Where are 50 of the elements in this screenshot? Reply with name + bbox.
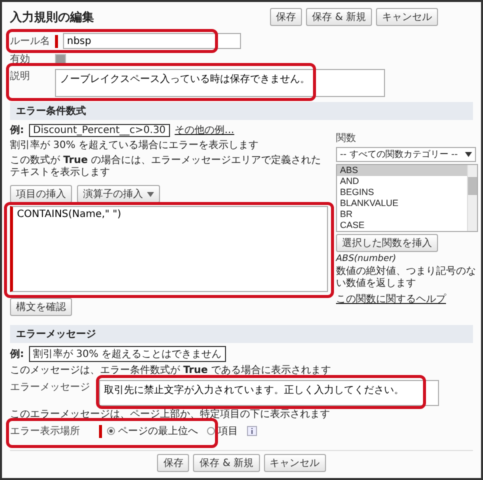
description-field[interactable]: ノーブレイクスペース入っている時は保存できません。 — [55, 69, 385, 97]
more-examples-link[interactable]: その他の例... — [174, 123, 234, 137]
formula-note: この数式が True の場合には、エラーメッセージエリアで定義されたテキストを表示します — [10, 155, 322, 179]
active-checkbox[interactable] — [55, 54, 66, 64]
function-item[interactable]: AND — [337, 176, 467, 187]
example-message: 割引率が 30% を超えることはできません — [29, 346, 226, 362]
rule-name-field[interactable]: nbsp — [63, 33, 241, 49]
footer-button[interactable]: 保存 & 新規 — [193, 454, 260, 472]
field-label: 有効 — [10, 52, 31, 66]
page-title: 入力規則の編集 — [10, 8, 95, 26]
example-note: 割引率が 30% を超えている場合にエラーを表示します — [10, 140, 260, 152]
example-formula: Discount_Percent__c>0.30 — [29, 124, 170, 136]
required-marker — [55, 34, 58, 48]
insert-operator-button[interactable]: 演算子の挿入 — [77, 185, 160, 203]
example-label: 例: — [10, 124, 24, 137]
functions-label: 関数 — [336, 132, 357, 145]
function-help-link[interactable]: この関数に関するヘルプ — [336, 292, 446, 306]
function-item[interactable]: CASE — [337, 220, 467, 231]
location-radio[interactable]: ページの最上位へ — [107, 424, 198, 438]
function-category-select[interactable]: -- すべての関数カテゴリー -- — [336, 147, 476, 162]
function-signature: ABS(number) — [336, 254, 396, 264]
error-message-field[interactable]: 取引先に禁止文字が入力されています。正しく入力してください。 — [99, 380, 439, 406]
example-label: 例: — [10, 348, 24, 361]
field-label: ルール名 — [10, 35, 50, 48]
scrollbar — [467, 165, 477, 231]
function-description: 数値の絶対値、つまり記号のない数値を返します — [336, 266, 477, 290]
toolbar-button[interactable]: 保存 & 新規 — [306, 8, 372, 26]
function-item[interactable]: ABS — [337, 165, 467, 176]
toolbar-button[interactable]: キャンセル — [376, 8, 438, 26]
function-item[interactable]: BLANKVALUE — [337, 198, 467, 209]
required-marker — [99, 424, 102, 438]
toolbar-button[interactable]: 保存 — [270, 8, 302, 26]
insert-field-button[interactable]: 項目の挿入 — [10, 185, 72, 203]
field-label: 説明 — [10, 70, 31, 83]
footer-button[interactable]: キャンセル — [264, 454, 326, 472]
field-label: エラー表示場所 — [10, 424, 81, 438]
dropdown-arrow-icon — [465, 152, 472, 157]
info-icon[interactable] — [247, 426, 257, 436]
function-item[interactable]: BEGINS — [337, 187, 467, 198]
function-item[interactable]: BR — [337, 209, 467, 220]
location-radio[interactable]: 項目 — [207, 424, 238, 438]
footer-button[interactable]: 保存 — [157, 454, 190, 472]
formula-editor[interactable]: CONTAINS(Name," ") — [10, 206, 328, 292]
message-note: このメッセージは、エラー条件数式が True である場合に表示されます — [10, 365, 332, 377]
section-header: エラーメッセージ — [10, 325, 473, 343]
section-header: エラー条件数式 — [10, 102, 473, 120]
field-label: エラーメッセージ — [10, 381, 91, 394]
insert-function-button[interactable]: 選択した関数を挿入 — [336, 234, 438, 252]
caret-icon — [147, 192, 154, 196]
check-syntax-button[interactable]: 構文を確認 — [10, 298, 72, 316]
